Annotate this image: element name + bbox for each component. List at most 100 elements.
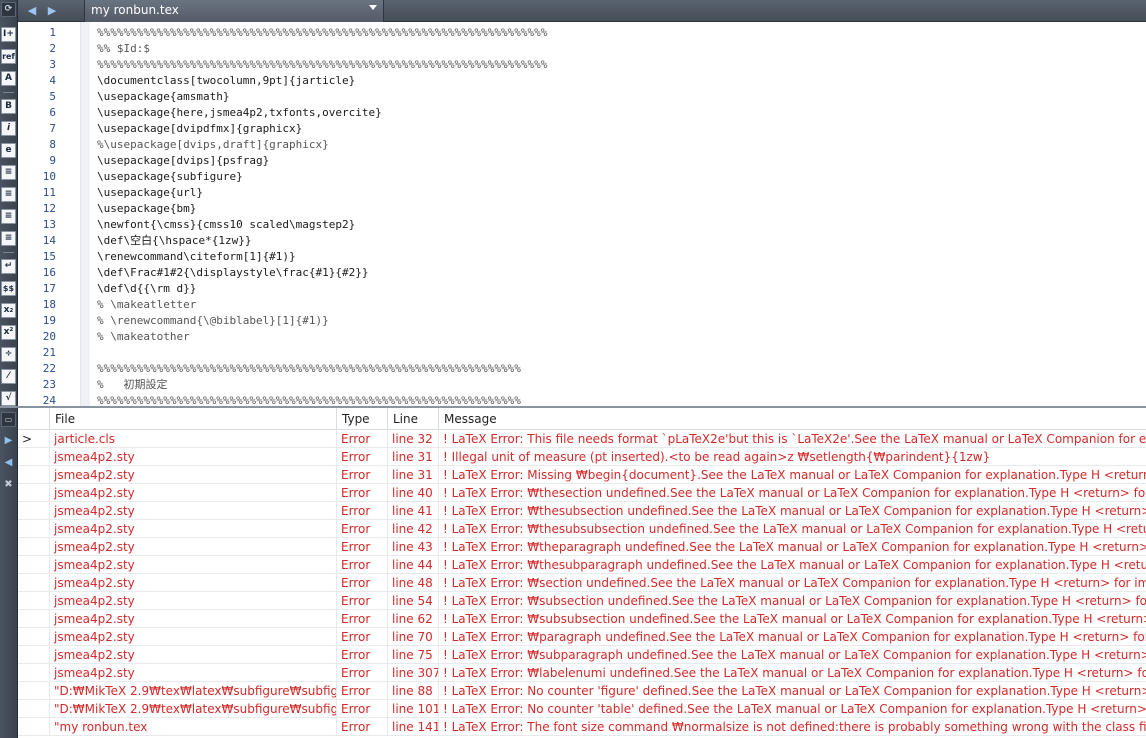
emphasis-button[interactable]: e (1, 143, 16, 158)
fraction-button[interactable]: ⁄ (1, 369, 16, 384)
next-tab-icon[interactable]: ▶ (46, 4, 58, 18)
code-line[interactable]: % 初期設定 (97, 377, 168, 393)
code-line[interactable]: \usepackage{bm} (97, 201, 196, 217)
insert-ref-button[interactable]: ref (1, 49, 16, 64)
italic-button[interactable]: i (1, 121, 16, 136)
error-file: jsmea4p2.sty (50, 556, 337, 574)
align-center-button[interactable]: ≡ (1, 187, 16, 202)
insert-label-button[interactable]: I+ (1, 27, 16, 42)
error-message: ! LaTeX Error: ₩theparagraph undefined.S… (443, 540, 1146, 554)
code-line[interactable]: % \renewcommand{\@biblabel}[1]{#1)} (97, 313, 329, 329)
previous-tab-icon[interactable]: ◀ (26, 4, 38, 18)
file-column-header[interactable]: File (50, 408, 337, 430)
newline-button[interactable]: ↵ (1, 259, 16, 274)
error-row[interactable]: jsmea4p2.sty Error line 40 ! LaTeX Error: ₩… (18, 484, 1146, 502)
error-row[interactable]: "D:₩MikTeX 2.9₩tex₩latex₩subfigure₩subfi… (18, 682, 1146, 700)
code-line[interactable]: %%%%%%%%%%%%%%%%%%%%%%%%%%%%%%%%%%%%%%%%… (97, 25, 547, 41)
line-number: 11 (42, 186, 56, 199)
superscript-button[interactable]: x² (1, 325, 16, 340)
play-icon[interactable]: ▶ (2, 434, 15, 447)
message-column-header[interactable]: Message (439, 408, 1146, 430)
code-line[interactable]: \usepackage{subfigure} (97, 169, 243, 185)
error-row[interactable]: jsmea4p2.sty Error line 62 ! LaTeX Error: ₩… (18, 610, 1146, 628)
error-row[interactable]: jsmea4p2.sty Error line 70 ! LaTeX Error: ₩… (18, 628, 1146, 646)
sqrt-button[interactable]: √ (1, 391, 16, 406)
line-number: 2 (49, 42, 56, 55)
display-math-button[interactable]: $$ (1, 281, 16, 296)
code-line[interactable]: %% $Id:$ (97, 41, 150, 57)
code-line[interactable]: \usepackage{amsmath} (97, 89, 229, 105)
error-message: ! LaTeX Error: ₩thesubparagraph undefine… (443, 558, 1146, 572)
code-line[interactable]: %\usepackage[dvips,draft]{graphicx} (97, 137, 329, 153)
line-column-header[interactable]: Line (388, 408, 439, 430)
align-left-button[interactable]: ≡ (1, 165, 16, 180)
font-size-button[interactable]: A (1, 71, 16, 86)
code-line[interactable]: \def\d{{\rm d}} (97, 281, 196, 297)
row-marker (18, 700, 50, 718)
error-file: jsmea4p2.sty (50, 538, 337, 556)
row-marker (18, 520, 50, 538)
chevron-down-icon[interactable] (369, 5, 377, 10)
fold-margin[interactable] (80, 22, 90, 406)
bold-button[interactable]: B (1, 99, 16, 114)
code-line[interactable]: \usepackage{here,jsmea4p2,txfonts,overci… (97, 105, 382, 121)
code-line[interactable]: \documentclass[twocolumn,9pt]{jarticle} (97, 73, 355, 89)
console-icon[interactable]: ▭ (1, 412, 16, 427)
code-line[interactable]: %%%%%%%%%%%%%%%%%%%%%%%%%%%%%%%%%%%%%%%%… (97, 361, 521, 377)
error-type: Error (337, 700, 388, 718)
code-line[interactable]: %%%%%%%%%%%%%%%%%%%%%%%%%%%%%%%%%%%%%%%%… (97, 57, 547, 73)
code-line[interactable]: \newfont{\cmss}{cmss10 scaled\magstep2} (97, 217, 355, 233)
close-icon[interactable]: ✖ (2, 478, 15, 491)
error-row[interactable]: jsmea4p2.sty Error line 307 ! LaTeX Error: … (18, 664, 1146, 682)
tab-document[interactable]: my ronbun.tex (84, 0, 384, 22)
line-number: 18 (42, 298, 56, 311)
row-marker (18, 484, 50, 502)
error-row[interactable]: jsmea4p2.sty Error line 43 ! LaTeX Error: ₩… (18, 538, 1146, 556)
error-row[interactable]: jsmea4p2.sty Error line 75 ! LaTeX Error: ₩… (18, 646, 1146, 664)
error-line: line 31 (388, 448, 439, 466)
back-icon[interactable]: ◀ (2, 456, 15, 469)
error-row[interactable]: jsmea4p2.sty Error line 48 ! LaTeX Error: ₩… (18, 574, 1146, 592)
code-line[interactable]: \usepackage[dvipdfmx]{graphicx} (97, 121, 302, 137)
error-row[interactable]: > jarticle.cls Error line 32 ! LaTeX Error: … (18, 430, 1146, 448)
error-list-header: File Type Line Message (18, 408, 1146, 430)
error-type: Error (337, 520, 388, 538)
code-line[interactable]: % \makeatother (97, 329, 190, 345)
refresh-icon[interactable]: ⟳ (1, 2, 16, 17)
line-number: 10 (42, 170, 56, 183)
error-row[interactable]: jsmea4p2.sty Error line 41 ! LaTeX Error: ₩… (18, 502, 1146, 520)
error-file: jsmea4p2.sty (50, 646, 337, 664)
code-line[interactable]: \def\空白{\hspace*{1zw}} (97, 233, 251, 249)
code-line[interactable]: \renewcommand\citeform[1]{#1)} (97, 249, 296, 265)
error-type: Error (337, 682, 388, 700)
divide-button[interactable]: ÷ (1, 347, 16, 362)
line-number: 17 (42, 282, 56, 295)
error-message: ! LaTeX Error: No counter 'figure' defin… (443, 684, 1146, 698)
justify-button[interactable]: ≡ (1, 231, 16, 246)
line-number: 14 (42, 234, 56, 247)
align-right-button[interactable]: ≡ (1, 209, 16, 224)
error-type: Error (337, 556, 388, 574)
error-row[interactable]: jsmea4p2.sty Error line 31 ! Illegal unit o… (18, 448, 1146, 466)
line-number: 5 (49, 90, 56, 103)
error-row[interactable]: "my ronbun.tex Error line 141 ! LaTeX Error… (18, 718, 1146, 736)
code-line[interactable]: % \makeatletter (97, 297, 196, 313)
error-row[interactable]: jsmea4p2.sty Error line 54 ! LaTeX Error: ₩… (18, 592, 1146, 610)
code-line[interactable]: \def\Frac#1#2{\displaystyle\frac{#1}{#2}… (97, 265, 369, 281)
code-line[interactable]: \usepackage[dvips]{psfrag} (97, 153, 269, 169)
error-file: jsmea4p2.sty (50, 484, 337, 502)
error-line: line 88 (388, 682, 439, 700)
code-editor[interactable]: 1%%%%%%%%%%%%%%%%%%%%%%%%%%%%%%%%%%%%%%%… (18, 22, 1146, 406)
line-number: 20 (42, 330, 56, 343)
line-number: 12 (42, 202, 56, 215)
type-column-header[interactable]: Type (337, 408, 388, 430)
code-line[interactable]: %%%%%%%%%%%%%%%%%%%%%%%%%%%%%%%%%%%%%%%%… (97, 393, 521, 406)
error-row[interactable]: "D:₩MikTeX 2.9₩tex₩latex₩subfigure₩subfi… (18, 700, 1146, 718)
code-line[interactable]: \usepackage{url} (97, 185, 203, 201)
error-row[interactable]: jsmea4p2.sty Error line 44 ! LaTeX Error: ₩… (18, 556, 1146, 574)
error-row[interactable]: jsmea4p2.sty Error line 42 ! LaTeX Error: ₩… (18, 520, 1146, 538)
error-file: jsmea4p2.sty (50, 610, 337, 628)
error-row[interactable]: jsmea4p2.sty Error line 31 ! LaTeX Error: M… (18, 466, 1146, 484)
subscript-button[interactable]: x₂ (1, 303, 16, 318)
line-number: 3 (49, 58, 56, 71)
